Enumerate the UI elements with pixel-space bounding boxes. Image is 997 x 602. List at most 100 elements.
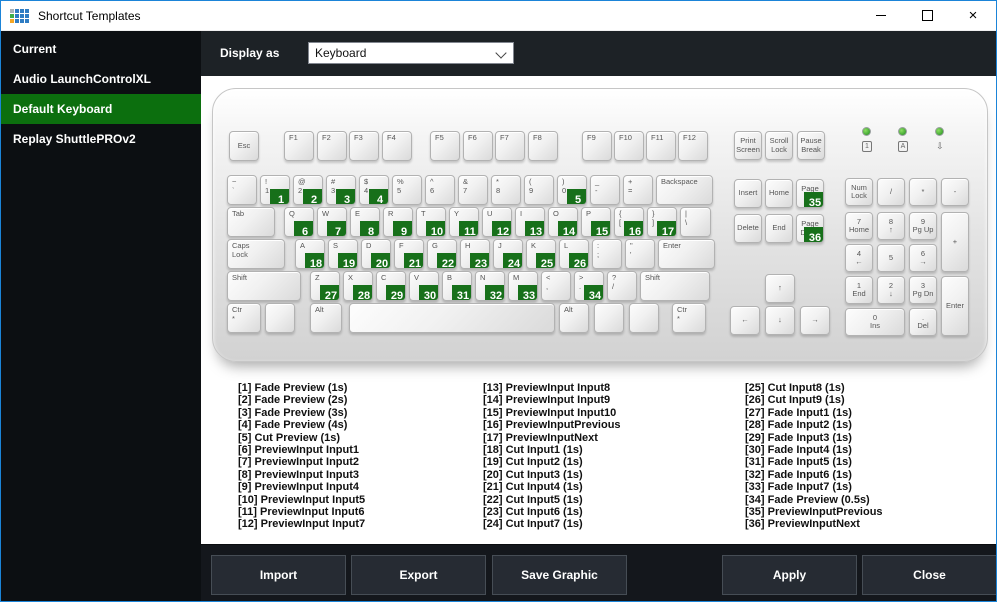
template-view: Esc F1 F2 F3 F4 F5 F6 F7 F8 F9 F10 F11 F12 Print Scre… <box>201 76 996 544</box>
minimize-icon <box>876 15 886 16</box>
shortcut-badge-24: 24 <box>503 253 522 268</box>
shortcut-entry: [19] Cut Input2 (1s) <box>483 456 583 469</box>
key-page-down: Page Down36 <box>796 214 824 243</box>
key-k: K 25 <box>526 239 556 269</box>
key-numpad-2: 2 ↓ <box>877 276 905 304</box>
key-minus: _ - <box>590 175 620 205</box>
import-button[interactable]: Import <box>211 555 346 595</box>
shortcut-badge-20: 20 <box>371 253 390 268</box>
key-numpad-5: 5 <box>877 244 905 272</box>
display-as-value: Keyboard <box>315 46 367 60</box>
sidebar-item-default-keyboard[interactable]: Default Keyboard <box>1 94 201 124</box>
shortcut-entry: [33] Fade Input7 (1s) <box>745 481 852 494</box>
shortcut-badge-23: 23 <box>470 253 489 268</box>
key-numpad-8: 8 ↑ <box>877 212 905 240</box>
key-f5: F5 <box>430 131 460 161</box>
shortcut-badge-22: 22 <box>437 253 456 268</box>
shortcut-entry: [9] PreviewInput Input4 <box>238 481 360 494</box>
key-r: R9 <box>383 207 413 237</box>
key-a: A 18 <box>295 239 325 269</box>
key-f3: F3 <box>349 131 379 161</box>
key-arrow-up: ↑ <box>765 274 795 303</box>
shortcut-badge-29: 29 <box>386 285 405 300</box>
apply-button[interactable]: Apply <box>722 555 857 595</box>
sidebar-item-current[interactable]: Current <box>1 34 201 64</box>
key-backspace: Backspace <box>656 175 713 205</box>
close-button[interactable]: Close <box>862 555 996 595</box>
sidebar-item-audio-launchcontrolxl[interactable]: Audio LaunchControlXL <box>1 64 201 94</box>
app-logo-icon <box>10 8 29 23</box>
close-button[interactable]: × <box>950 1 996 30</box>
display-as-select[interactable]: Keyboard <box>308 42 514 64</box>
shortcut-entry: [15] PreviewInput Input10 <box>483 406 617 419</box>
key-left-ctrl: Ctr * <box>227 303 261 333</box>
shortcut-entry: [2] Fade Preview (2s) <box>238 394 348 407</box>
key-t: T 10 <box>416 207 446 237</box>
shortcut-badge-4: 4 <box>369 189 388 204</box>
key-scroll-lock: Scroll Lock <box>765 131 793 160</box>
key-g: G 22 <box>427 239 457 269</box>
key-numpad-1: 1 End <box>845 276 873 304</box>
shortcut-badge-9: 9 <box>393 221 412 236</box>
key-f9: F9 <box>582 131 612 161</box>
key-equals: + = <box>623 175 653 205</box>
key-arrow-right: → <box>800 306 830 335</box>
shortcut-badge-18: 18 <box>305 253 324 268</box>
shortcut-entry: [21] Cut Input4 (1s) <box>483 481 583 494</box>
minimize-button[interactable] <box>858 1 904 30</box>
footer: Import Export Save Graphic Apply Close <box>201 544 996 601</box>
key-0: ) 05 <box>557 175 587 205</box>
save-graphic-button[interactable]: Save Graphic <box>492 555 627 595</box>
key-right-ctrl: Ctr * <box>672 303 706 333</box>
key-print-screen: Print Screen <box>734 131 762 160</box>
display-as-label: Display as <box>220 46 280 60</box>
scroll-lock-led <box>935 127 944 136</box>
key-f12: F12 <box>678 131 708 161</box>
key-1: ! 11 <box>260 175 290 205</box>
sidebar: Current Audio LaunchControlXL Default Keyb… <box>1 31 201 601</box>
shortcut-entry: [26] Cut Input9 (1s) <box>745 394 845 407</box>
shortcut-column-2: [13] PreviewInput Input8 [14] PreviewInpu… <box>483 382 728 531</box>
shortcut-entry: [16] PreviewInputPrevious <box>483 419 621 432</box>
key-5: % 5 <box>392 175 422 205</box>
shortcut-badge-28: 28 <box>353 285 372 300</box>
key-insert: Insert <box>734 179 762 208</box>
main-panel: Display as Keyboard Esc F1 F2 F3 F4 F5 F6 F7 F8 F… <box>201 31 996 601</box>
shortcut-entry: [27] Fade Input1 (1s) <box>745 406 852 419</box>
shortcut-badge-16: 16 <box>624 221 643 236</box>
sidebar-item-replay-shuttleprov2[interactable]: Replay ShuttlePROv2 <box>1 124 201 154</box>
key-backslash: | \ <box>680 207 711 237</box>
key-left-alt: Alt <box>310 303 342 333</box>
caps-lock-led <box>898 127 907 136</box>
key-f10: F10 <box>614 131 644 161</box>
key-numpad-9: 9 Pg Up <box>909 212 937 240</box>
shortcut-entry: [28] Fade Input2 (1s) <box>745 419 852 432</box>
key-semicolon: : ; <box>592 239 622 269</box>
shortcut-badge-1: 1 <box>270 189 289 204</box>
key-f2: F2 <box>317 131 347 161</box>
shortcut-badge-17: 17 <box>657 221 676 236</box>
key-c: C 29 <box>376 271 406 301</box>
key-numpad-multiply: * <box>909 178 937 206</box>
key-f4: F4 <box>382 131 412 161</box>
maximize-button[interactable] <box>904 1 950 30</box>
export-button[interactable]: Export <box>351 555 486 595</box>
shortcut-badge-15: 15 <box>591 221 610 236</box>
key-numpad-0: 0 Ins <box>845 308 905 336</box>
shortcut-badge-14: 14 <box>558 221 577 236</box>
num-lock-led <box>862 127 871 136</box>
shortcut-entry: [24] Cut Input7 (1s) <box>483 518 583 531</box>
window-controls: × <box>858 1 996 30</box>
shortcut-badge-12: 12 <box>492 221 511 236</box>
shortcut-badge-13: 13 <box>525 221 544 236</box>
key-e: E8 <box>350 207 380 237</box>
key-blank-left <box>265 303 295 333</box>
shortcut-entry: [32] Fade Input6 (1s) <box>745 468 852 481</box>
key-f6: F6 <box>463 131 493 161</box>
chevron-down-icon <box>495 47 507 59</box>
shortcut-badge-10: 10 <box>426 221 445 236</box>
key-d: D 20 <box>361 239 391 269</box>
key-enter: Enter <box>658 239 715 269</box>
shortcut-entry: [31] Fade Input5 (1s) <box>745 456 852 469</box>
key-right-shift: Shift <box>640 271 710 301</box>
